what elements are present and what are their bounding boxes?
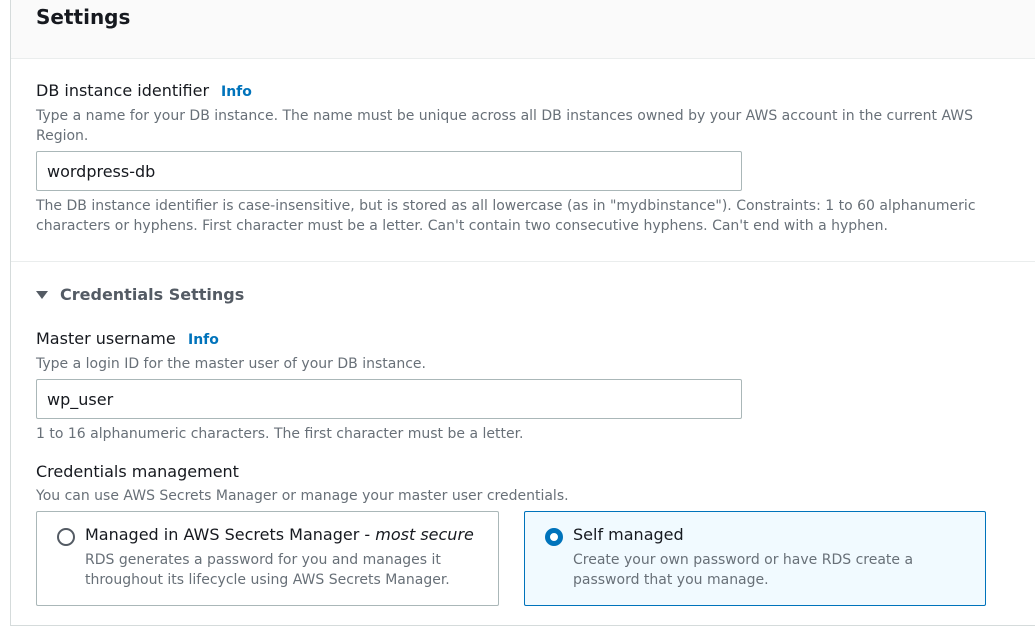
credentials-settings-label: Credentials Settings — [60, 285, 245, 304]
master-username-constraints: 1 to 16 alphanumeric characters. The fir… — [36, 426, 524, 442]
settings-title: Settings — [36, 5, 131, 29]
master-username-info-link[interactable]: Info — [188, 329, 219, 351]
settings-header: Settings — [11, 0, 1035, 59]
credentials-management-label: Credentials management — [36, 462, 239, 481]
db-identifier-description: Type a name for your DB instance. The na… — [36, 108, 974, 144]
credentials-settings-expander[interactable]: Credentials Settings — [36, 284, 244, 306]
db-identifier-label: DB instance identifier — [36, 81, 210, 100]
option-title-emphasis: most secure — [375, 525, 474, 544]
option-tile-secrets-manager[interactable]: Managed in AWS Secrets Manager - most se… — [36, 511, 499, 606]
db-identifier-input[interactable] — [36, 151, 742, 191]
credentials-management-description: You can use AWS Secrets Manager or manag… — [36, 488, 569, 504]
caret-down-icon — [36, 291, 48, 299]
db-identifier-constraints: The DB instance identifier is case-insen… — [36, 198, 976, 234]
section-divider — [11, 261, 1035, 262]
radio-unchecked-icon[interactable] — [57, 528, 75, 546]
db-identifier-info-link[interactable]: Info — [221, 81, 252, 103]
option-tile-self-managed[interactable]: Self managed Create your own password or… — [524, 511, 986, 606]
option-desc-self-managed: Create your own password or have RDS cre… — [573, 552, 914, 588]
option-title-self-managed: Self managed — [573, 525, 684, 544]
option-desc-secrets-manager: RDS generates a password for you and man… — [85, 552, 450, 588]
option-title-secrets-manager: Managed in AWS Secrets Manager - most se… — [85, 525, 474, 544]
master-username-label: Master username — [36, 329, 176, 348]
master-username-input[interactable] — [36, 379, 742, 419]
radio-checked-icon[interactable] — [545, 528, 563, 546]
master-username-description: Type a login ID for the master user of y… — [36, 356, 426, 372]
